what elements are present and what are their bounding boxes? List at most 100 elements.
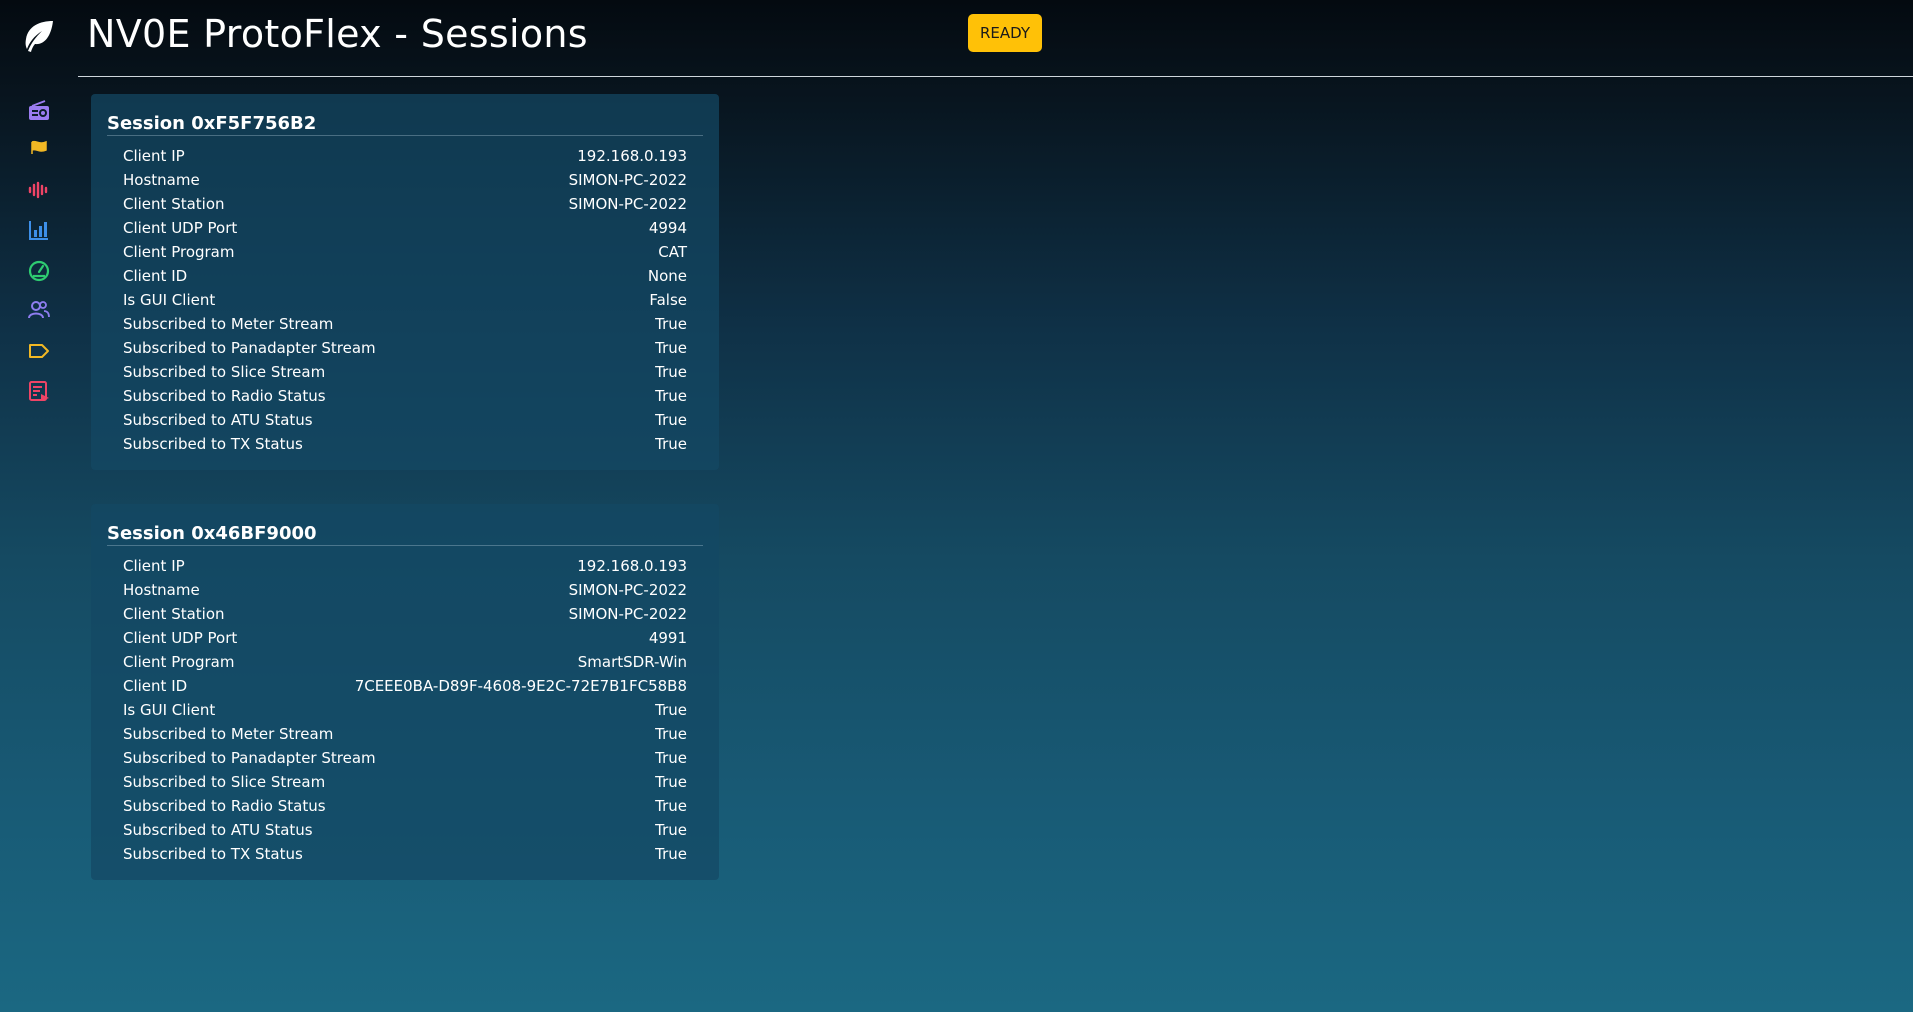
property-label: Client UDP Port	[123, 219, 238, 237]
property-label: Is GUI Client	[123, 701, 216, 719]
property-row: Subscribed to Slice Stream True	[123, 360, 687, 384]
property-value: 4994	[648, 219, 687, 237]
property-value: True	[655, 845, 687, 863]
tag-icon	[28, 343, 50, 363]
property-value: None	[647, 267, 687, 285]
bar-chart-icon	[28, 219, 50, 245]
property-row: Subscribed to Radio Status True	[123, 384, 687, 408]
property-label: Is GUI Client	[123, 291, 216, 309]
sidebar-item-log[interactable]	[24, 378, 54, 408]
property-value: 192.168.0.193	[577, 557, 687, 575]
property-value: True	[655, 315, 687, 333]
property-label: Client IP	[123, 147, 185, 165]
property-label: Subscribed to TX Status	[123, 845, 303, 863]
sidebar-item-meters[interactable]	[24, 258, 54, 288]
property-label: Client UDP Port	[123, 629, 238, 647]
flag-icon	[31, 140, 47, 160]
sidebar-nav	[0, 0, 78, 1012]
property-label: Subscribed to Meter Stream	[123, 315, 334, 333]
property-value: True	[655, 797, 687, 815]
sidebar-item-charts[interactable]	[24, 217, 54, 247]
status-badge: READY	[968, 14, 1042, 52]
property-label: Subscribed to TX Status	[123, 435, 303, 453]
property-row: Subscribed to Meter Stream True	[123, 722, 687, 746]
property-row: Is GUI Client False	[123, 288, 687, 312]
property-label: Subscribed to Slice Stream	[123, 773, 326, 791]
property-label: Client Station	[123, 605, 225, 623]
property-value: SIMON-PC-2022	[568, 195, 687, 213]
property-label: Subscribed to Radio Status	[123, 797, 326, 815]
property-row: Client UDP Port 4994	[123, 216, 687, 240]
waveform-icon	[28, 181, 50, 203]
property-row: Client Station SIMON-PC-2022	[123, 602, 687, 626]
list-check-icon	[28, 380, 50, 406]
users-icon	[28, 300, 50, 324]
property-row: Subscribed to Radio Status True	[123, 794, 687, 818]
property-row: Client ID None	[123, 264, 687, 288]
radio-icon	[28, 100, 50, 126]
session-card: Session 0xF5F756B2 Client IP 192.168.0.1…	[91, 94, 719, 470]
session-title: Session 0x46BF9000	[107, 521, 703, 546]
feather-leaf-icon[interactable]	[18, 16, 58, 56]
property-row: Is GUI Client True	[123, 698, 687, 722]
property-label: Client Program	[123, 243, 235, 261]
session-title: Session 0xF5F756B2	[107, 111, 703, 136]
property-row: Hostname SIMON-PC-2022	[123, 168, 687, 192]
speedometer-icon	[28, 260, 50, 286]
property-value: SIMON-PC-2022	[568, 171, 687, 189]
property-row: Client Program SmartSDR-Win	[123, 650, 687, 674]
property-label: Subscribed to Panadapter Stream	[123, 749, 376, 767]
sidebar-item-sessions[interactable]	[24, 297, 54, 327]
property-label: Subscribed to Meter Stream	[123, 725, 334, 743]
property-value: 7CEEE0BA-D89F-4608-9E2C-72E7B1FC58B8	[354, 677, 687, 695]
property-value: True	[655, 411, 687, 429]
property-row: Subscribed to Slice Stream True	[123, 770, 687, 794]
property-label: Client Station	[123, 195, 225, 213]
property-row: Subscribed to Meter Stream True	[123, 312, 687, 336]
property-label: Subscribed to ATU Status	[123, 411, 313, 429]
property-label: Subscribed to Radio Status	[123, 387, 326, 405]
property-row: Subscribed to Panadapter Stream True	[123, 746, 687, 770]
property-label: Client ID	[123, 267, 188, 285]
property-label: Hostname	[123, 171, 200, 189]
property-row: Subscribed to ATU Status True	[123, 818, 687, 842]
property-label: Client IP	[123, 557, 185, 575]
sidebar-item-tags[interactable]	[24, 338, 54, 368]
property-row: Client UDP Port 4991	[123, 626, 687, 650]
property-value: True	[655, 773, 687, 791]
property-value: True	[655, 821, 687, 839]
session-properties: Client IP 192.168.0.193 Hostname SIMON-P…	[107, 554, 703, 866]
sidebar-item-radio[interactable]	[24, 98, 54, 128]
property-row: Client Station SIMON-PC-2022	[123, 192, 687, 216]
sidebar-item-audio[interactable]	[24, 177, 54, 207]
property-value: True	[655, 725, 687, 743]
property-value: True	[655, 749, 687, 767]
session-properties: Client IP 192.168.0.193 Hostname SIMON-P…	[107, 144, 703, 456]
session-card: Session 0x46BF9000 Client IP 192.168.0.1…	[91, 504, 719, 880]
property-label: Client Program	[123, 653, 235, 671]
property-value: False	[649, 291, 687, 309]
property-value: CAT	[658, 243, 687, 261]
property-value: SIMON-PC-2022	[568, 605, 687, 623]
property-value: True	[655, 435, 687, 453]
page-title: NV0E ProtoFlex - Sessions	[87, 12, 588, 56]
property-value: True	[655, 387, 687, 405]
property-row: Subscribed to TX Status True	[123, 432, 687, 456]
property-label: Client ID	[123, 677, 188, 695]
property-value: True	[655, 363, 687, 381]
property-label: Subscribed to Panadapter Stream	[123, 339, 376, 357]
property-value: True	[655, 339, 687, 357]
property-row: Client Program CAT	[123, 240, 687, 264]
sidebar-item-flag[interactable]	[24, 135, 54, 165]
property-value: 192.168.0.193	[577, 147, 687, 165]
property-label: Hostname	[123, 581, 200, 599]
property-row: Subscribed to ATU Status True	[123, 408, 687, 432]
header-divider	[78, 76, 1913, 77]
property-row: Hostname SIMON-PC-2022	[123, 578, 687, 602]
property-value: SmartSDR-Win	[577, 653, 687, 671]
property-value: SIMON-PC-2022	[568, 581, 687, 599]
property-label: Subscribed to ATU Status	[123, 821, 313, 839]
property-row: Subscribed to TX Status True	[123, 842, 687, 866]
property-row: Subscribed to Panadapter Stream True	[123, 336, 687, 360]
property-label: Subscribed to Slice Stream	[123, 363, 326, 381]
